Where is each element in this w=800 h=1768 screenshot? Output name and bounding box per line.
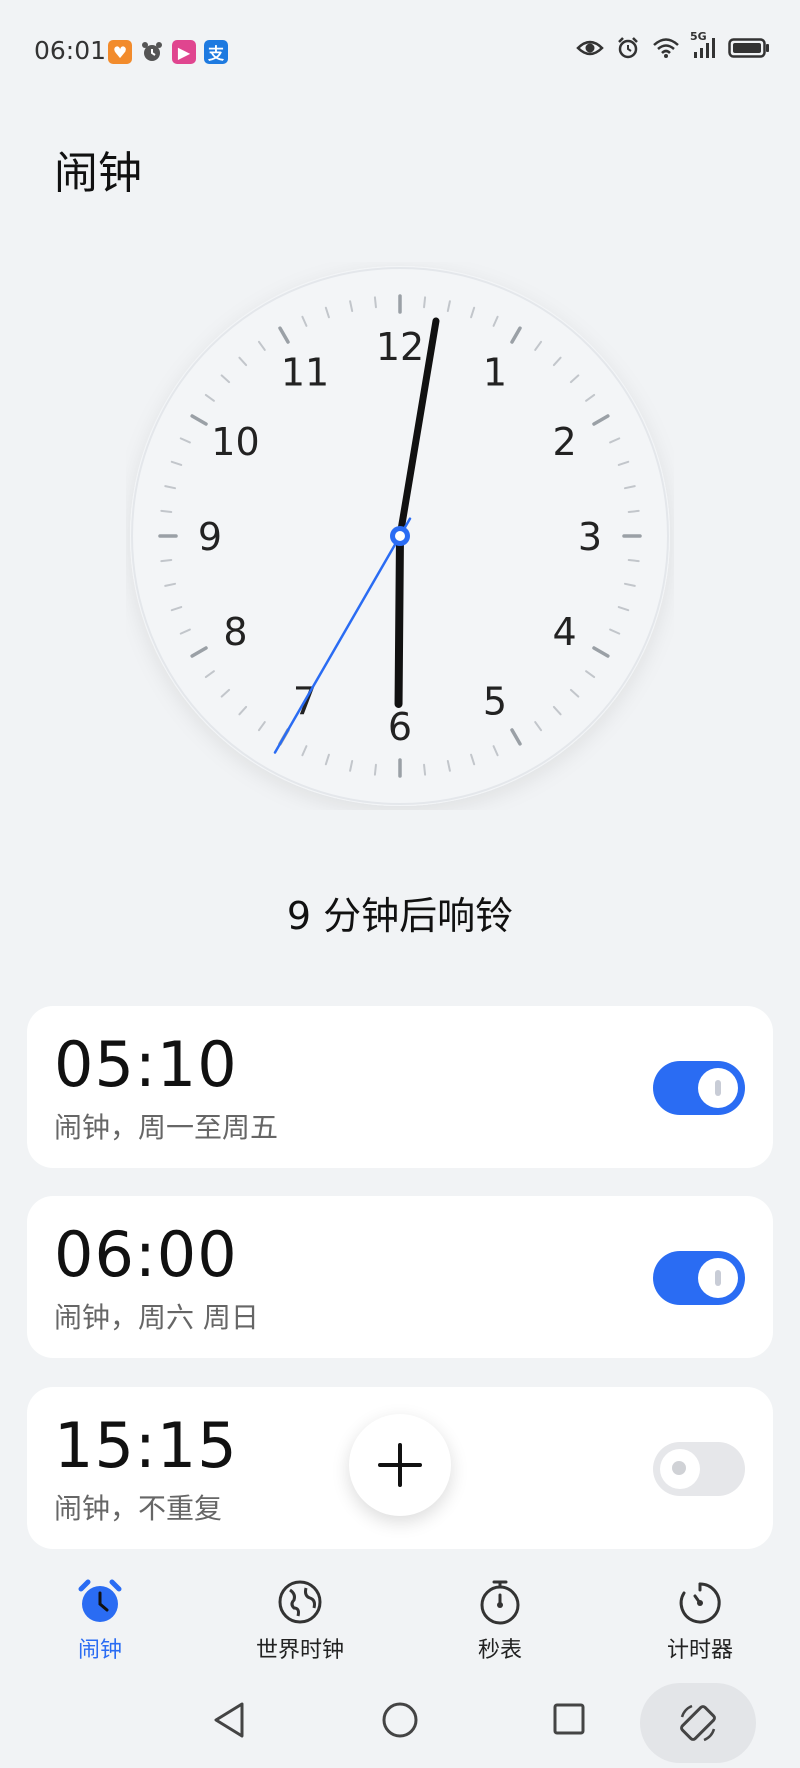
alarm-toggle[interactable] xyxy=(653,1251,745,1305)
next-alarm-countdown: 9 分钟后响铃 xyxy=(286,894,514,938)
tab-label: 计时器 xyxy=(666,1638,733,1663)
alarm-clock-icon xyxy=(78,1579,122,1622)
clock-tick xyxy=(423,296,427,309)
clock-numeral: 2 xyxy=(552,420,576,464)
plus-icon xyxy=(378,1443,422,1487)
status-bar: 06:01 ♥ ▶ 支 5G xyxy=(0,0,800,100)
alarm-icon xyxy=(140,40,164,64)
tab-label: 世界时钟 xyxy=(255,1638,344,1663)
tab-label: 秒表 xyxy=(477,1638,522,1663)
tab-timer[interactable]: 计时器 xyxy=(600,1570,800,1664)
alarm-card[interactable]: 05:10 闹钟，周一至周五 xyxy=(27,1006,773,1168)
status-right-icons: 5G xyxy=(576,30,770,60)
clock-face: 121234567891011 xyxy=(130,266,670,806)
timer-icon xyxy=(679,1582,721,1624)
network-type: 5G xyxy=(690,30,707,43)
clock-numeral: 8 xyxy=(223,610,247,654)
hour-hand xyxy=(394,532,404,708)
clock-numeral: 11 xyxy=(281,350,329,394)
clock-numeral: 12 xyxy=(376,325,424,369)
analog-clock: 121234567891011 xyxy=(126,262,674,810)
system-navigation-bar xyxy=(0,1680,800,1768)
home-circle-icon xyxy=(382,1702,418,1738)
back-triangle-icon xyxy=(214,1702,244,1738)
toggle-knob xyxy=(660,1449,700,1489)
video-app-icon: ▶ xyxy=(172,40,196,64)
rotate-screen-button[interactable] xyxy=(640,1683,756,1763)
clock-numeral: 9 xyxy=(198,515,222,559)
eye-icon xyxy=(576,38,604,58)
bottom-tab-bar: 闹钟 世界时钟 秒表 计时器 xyxy=(0,1570,800,1680)
clock-numeral: 3 xyxy=(578,515,602,559)
home-button[interactable] xyxy=(380,1700,420,1744)
notification-icons: ♥ ▶ 支 xyxy=(108,40,228,64)
shopping-app-icon: ♥ xyxy=(108,40,132,64)
clock-center-dot xyxy=(395,531,405,541)
clock-tick xyxy=(373,296,377,309)
wifi-icon xyxy=(652,37,680,59)
alarm-repeat-label: 闹钟，不重复 xyxy=(54,1492,223,1525)
clock-numeral: 6 xyxy=(388,705,412,749)
toggle-knob xyxy=(698,1068,738,1108)
back-button[interactable] xyxy=(210,1700,248,1744)
rotate-icon xyxy=(680,1704,716,1742)
alipay-icon: 支 xyxy=(204,40,228,64)
tab-label: 闹钟 xyxy=(77,1638,122,1663)
clock-tick xyxy=(160,559,173,563)
globe-icon xyxy=(278,1580,322,1624)
clock-numeral: 4 xyxy=(552,610,576,654)
clock-tick xyxy=(627,559,640,563)
tab-stopwatch[interactable]: 秒表 xyxy=(400,1570,600,1664)
clock-numeral: 5 xyxy=(483,680,507,724)
alarm-repeat-label: 闹钟，周一至周五 xyxy=(54,1111,279,1144)
tab-alarm[interactable]: 闹钟 xyxy=(0,1570,200,1664)
alarm-time: 06:00 xyxy=(54,1218,238,1291)
alarm-toggle[interactable] xyxy=(653,1442,745,1496)
alarm-card[interactable]: 06:00 闹钟，周六 周日 xyxy=(27,1196,773,1358)
battery-icon xyxy=(728,37,770,59)
alarm-repeat-label: 闹钟，周六 周日 xyxy=(54,1301,259,1334)
status-time: 06:01 xyxy=(34,36,107,65)
alarm-status-icon xyxy=(616,36,640,60)
clock-tick xyxy=(423,763,427,776)
tab-world-clock[interactable]: 世界时钟 xyxy=(200,1570,400,1664)
alarm-time: 15:15 xyxy=(54,1409,238,1482)
signal-icon: 5G xyxy=(690,30,716,60)
clock-numeral: 10 xyxy=(211,420,259,464)
recents-square-icon xyxy=(553,1703,585,1735)
recents-button[interactable] xyxy=(552,1702,586,1740)
clock-tick xyxy=(160,509,173,513)
toggle-knob xyxy=(698,1258,738,1298)
clock-numeral: 1 xyxy=(483,350,507,394)
clock-tick xyxy=(627,509,640,513)
clock-tick xyxy=(373,763,377,776)
alarm-toggle[interactable] xyxy=(653,1061,745,1115)
alarm-time: 05:10 xyxy=(54,1028,238,1101)
add-alarm-button[interactable] xyxy=(349,1414,451,1516)
page-title: 闹钟 xyxy=(54,148,142,200)
stopwatch-icon xyxy=(480,1580,520,1625)
